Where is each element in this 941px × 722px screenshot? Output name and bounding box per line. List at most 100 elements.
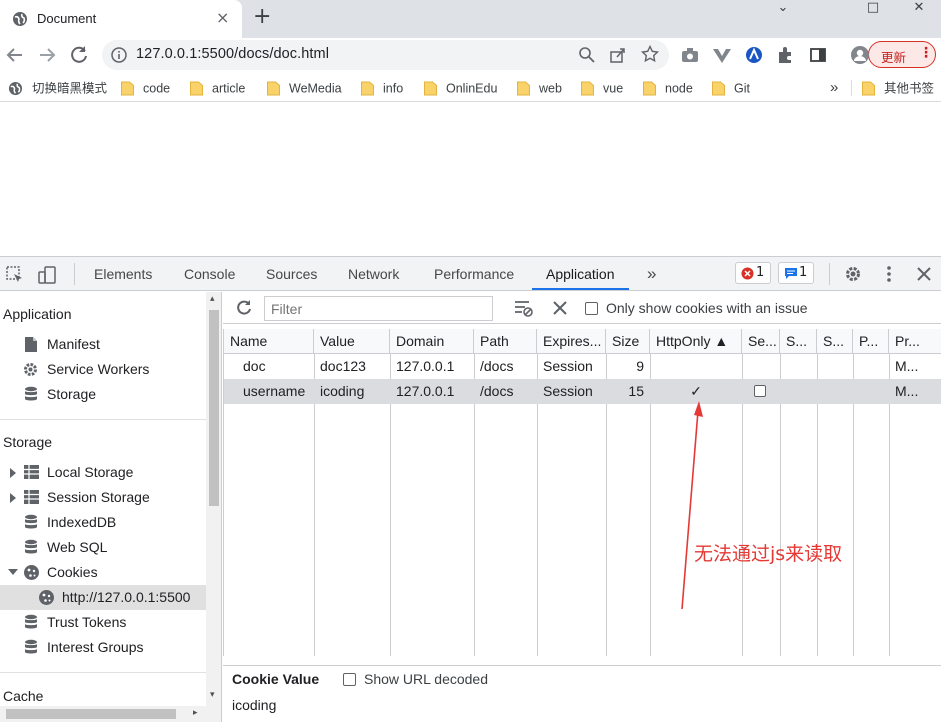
kebab-menu-icon[interactable] (879, 264, 899, 284)
bookmark-vue[interactable]: vue (581, 78, 623, 98)
profile-avatar-icon[interactable] (850, 45, 870, 65)
column-header-priority[interactable]: Pr... (889, 329, 941, 354)
clear-filtered-cookies-icon[interactable] (513, 298, 535, 318)
bookmark-web[interactable]: web (517, 78, 562, 98)
column-header-expires[interactable]: Expires... (537, 329, 606, 354)
vue-devtools-icon[interactable] (711, 44, 733, 66)
column-header-secure[interactable]: Se... (742, 329, 780, 354)
more-menu-icon[interactable]: ⋮ (919, 45, 933, 61)
bookmark-star-icon[interactable] (641, 45, 659, 63)
table-row-selected[interactable]: username icoding 127.0.0.1 /docs Session… (224, 379, 941, 404)
column-header-partition-key[interactable]: P... (853, 329, 889, 354)
column-header-httponly[interactable]: HttpOnly ▲ (650, 329, 742, 354)
show-url-decoded-checkbox[interactable]: Show URL decoded (343, 671, 488, 687)
sidebar-item-storage[interactable]: Storage (0, 382, 206, 407)
table-grid-icon (23, 489, 40, 505)
cell-secure[interactable] (754, 379, 774, 404)
secure-checkbox[interactable] (754, 385, 766, 397)
bookmarks-overflow-button[interactable]: » (830, 78, 838, 98)
side-panel-icon[interactable] (807, 44, 829, 66)
filter-input[interactable] (264, 296, 493, 321)
folder-icon (190, 81, 203, 96)
browser-tab[interactable]: Document × (0, 0, 242, 38)
bookmark-code[interactable]: code (121, 78, 170, 98)
only-issue-label: Only show cookies with an issue (606, 300, 808, 316)
sidebar-item-manifest[interactable]: Manifest (0, 332, 206, 357)
tab-elements[interactable]: Elements (94, 257, 152, 290)
horizontal-scroll-thumb[interactable] (6, 709, 176, 719)
tab-application[interactable]: Application (532, 257, 629, 290)
device-toolbar-icon[interactable] (37, 265, 57, 285)
extension-a-icon[interactable] (743, 44, 765, 66)
column-header-sameparty[interactable]: S... (817, 329, 853, 354)
update-button[interactable]: 更新 ⋮ (851, 41, 936, 68)
message-icon (784, 267, 798, 280)
reload-icon[interactable] (67, 43, 91, 67)
forward-icon[interactable] (35, 43, 59, 67)
address-bar[interactable]: 127.0.0.1:5500/docs/doc.html (102, 40, 669, 70)
column-header-value[interactable]: Value (314, 329, 390, 354)
column-header-size[interactable]: Size (606, 329, 650, 354)
sidebar-item-cookies[interactable]: Cookies (0, 560, 206, 585)
column-header-domain[interactable]: Domain (390, 329, 474, 354)
sidebar-item-session-storage[interactable]: Session Storage (0, 485, 206, 510)
column-header-path[interactable]: Path (474, 329, 537, 354)
scroll-right-arrow-icon[interactable]: ▸ (193, 708, 198, 718)
share-icon[interactable] (609, 46, 627, 64)
tab-network[interactable]: Network (348, 257, 399, 290)
close-window-button[interactable]: ✕ (904, 0, 934, 18)
bookmark-wemedia[interactable]: WeMedia (267, 78, 342, 98)
bookmark-article[interactable]: article (190, 78, 245, 98)
tab-sources[interactable]: Sources (266, 257, 317, 290)
sidebar-item-indexeddb[interactable]: IndexedDB (0, 510, 206, 535)
cache-section-header: Cache (3, 688, 44, 704)
sidebar-scroll-thumb[interactable] (209, 310, 219, 506)
other-bookmarks-folder[interactable]: 其他书签 (862, 78, 934, 98)
restore-button[interactable]: □ (858, 0, 888, 18)
bookmark-info[interactable]: info (361, 78, 403, 98)
close-devtools-icon[interactable] (914, 264, 934, 284)
checkbox-box[interactable] (343, 673, 356, 686)
expand-arrow-icon[interactable] (9, 468, 17, 478)
more-tabs-icon[interactable]: » (647, 257, 656, 290)
site-info-icon[interactable] (111, 47, 127, 63)
scroll-down-arrow-icon[interactable]: ▾ (210, 690, 215, 700)
tab-performance[interactable]: Performance (434, 257, 514, 290)
tab-close-icon[interactable]: × (216, 10, 229, 26)
extensions-puzzle-icon[interactable] (775, 44, 797, 66)
sidebar-item-service-workers[interactable]: Service Workers (0, 357, 206, 382)
column-header-samesite[interactable]: S... (780, 329, 817, 354)
collapse-arrow-icon[interactable] (8, 568, 18, 576)
bookmark-node[interactable]: node (643, 78, 693, 98)
expand-arrow-icon[interactable] (9, 493, 17, 503)
message-badge[interactable]: 1 (778, 262, 815, 284)
tab-console[interactable]: Console (184, 257, 235, 290)
settings-gear-icon[interactable] (843, 264, 863, 284)
delete-selected-icon[interactable] (550, 298, 570, 318)
back-icon[interactable] (3, 43, 27, 67)
camera-extension-icon[interactable] (679, 44, 701, 66)
inspect-element-icon[interactable] (5, 265, 25, 285)
sidebar-item-interest-groups[interactable]: Interest Groups (0, 635, 206, 660)
only-issue-checkbox[interactable]: Only show cookies with an issue (585, 300, 808, 316)
new-tab-button[interactable]: + (253, 6, 271, 28)
checkbox-box[interactable] (585, 302, 598, 315)
sidebar-scrollbar[interactable]: ▴ ▾ (206, 292, 221, 722)
sidebar-item-local-storage[interactable]: Local Storage (0, 460, 206, 485)
error-badge[interactable]: 1 (735, 262, 772, 284)
bookmark-onlinedu[interactable]: OnlinEdu (424, 78, 497, 98)
column-header-name[interactable]: Name (224, 329, 314, 354)
sidebar-item-trust-tokens[interactable]: Trust Tokens (0, 610, 206, 635)
refresh-icon[interactable] (234, 298, 254, 318)
scroll-up-arrow-icon[interactable]: ▴ (210, 294, 215, 304)
bookmark-git[interactable]: Git (712, 78, 750, 98)
zoom-search-icon[interactable] (578, 46, 596, 64)
horizontal-scrollbar[interactable]: ▸ (0, 706, 206, 722)
sidebar-item-web-sql[interactable]: Web SQL (0, 535, 206, 560)
minimize-button[interactable]: ⌄ (768, 0, 798, 18)
table-row[interactable]: doc doc123 127.0.0.1 /docs Session 9 M..… (224, 354, 941, 379)
bookmark-dark-mode-toggle[interactable]: 切换暗黑模式 (8, 78, 107, 98)
sidebar-item-cookie-origin[interactable]: http://127.0.0.1:5500 (0, 585, 206, 610)
sidebar-item-label: Web SQL (47, 539, 108, 555)
application-section-header: Application (3, 306, 72, 322)
